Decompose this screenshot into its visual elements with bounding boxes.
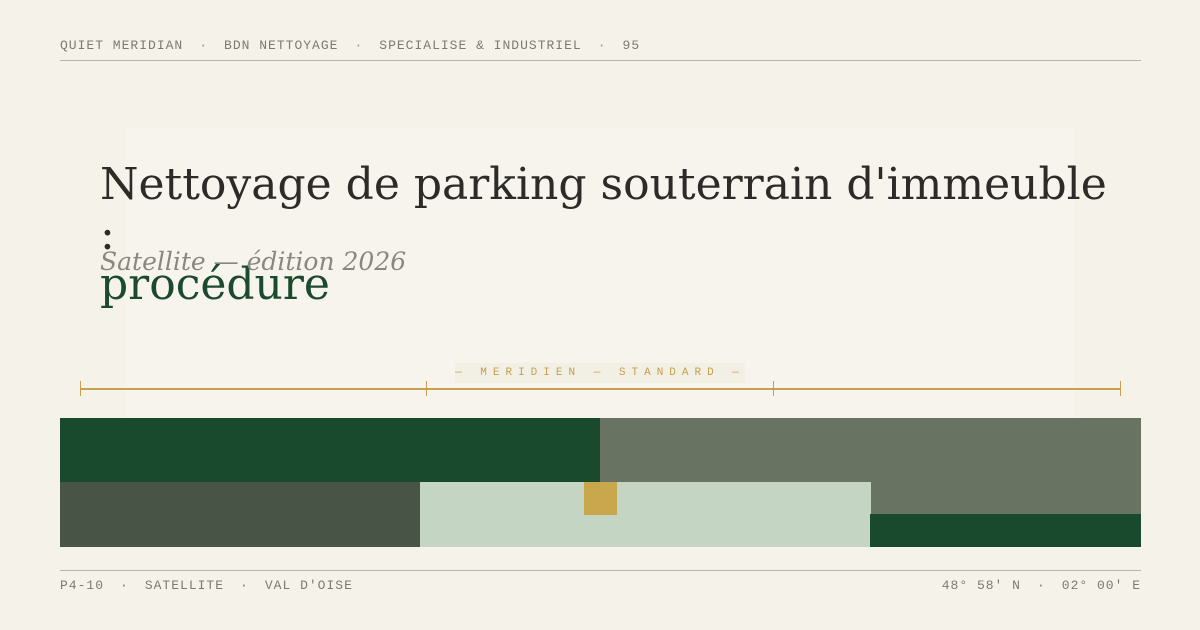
scale-tick: [1120, 381, 1121, 396]
top-header: QUIET MERIDIAN · BDN NETTOYAGE · SPECIAL…: [60, 38, 1141, 61]
color-block-gold-square: [584, 482, 617, 515]
header-department: 95: [622, 38, 641, 53]
header-separator: ·: [199, 38, 209, 53]
header-brand: QUIET MERIDIAN: [60, 38, 184, 53]
color-block-forest: [60, 418, 600, 482]
header-separator: ·: [597, 38, 607, 53]
footer-latitude: 48° 58′ N: [941, 578, 1021, 593]
scale-tick: [80, 381, 81, 396]
footer-separator: ·: [240, 578, 249, 593]
footer-region: VAL D'OISE: [264, 578, 353, 593]
page-title: Nettoyage de parking souterrain d'immeub…: [100, 160, 1110, 310]
footer: P4-10 · SATELLITE · VAL D'OISE 48° 58′ N…: [60, 570, 1141, 601]
meridian-scale-line: [80, 388, 1121, 390]
scale-tick: [426, 381, 427, 396]
footer-left: P4-10 · SATELLITE · VAL D'OISE: [60, 578, 353, 593]
page-title-main: Nettoyage de parking souterrain d'immeub…: [100, 159, 1107, 260]
footer-separator: ·: [1036, 578, 1046, 593]
footer-code: P4-10: [60, 578, 105, 593]
footer-coordinates: 48° 58′ N · 02° 00′ E: [942, 578, 1141, 593]
header-company: BDN NETTOYAGE: [224, 38, 339, 53]
color-block-forest-small: [870, 514, 1141, 547]
color-block-dark-sage: [60, 482, 420, 547]
header-separator: ·: [354, 38, 364, 53]
color-block-pale-sage: [420, 482, 871, 547]
scale-tick: [773, 381, 774, 396]
footer-separator: ·: [120, 578, 129, 593]
footer-longitude: 02° 00′ E: [1061, 578, 1141, 593]
footer-edition: SATELLITE: [144, 578, 225, 593]
header-specialty: SPECIALISE & INDUSTRIEL: [379, 38, 582, 53]
page-subtitle: Satellite — édition 2026: [100, 247, 407, 276]
meridian-scale-label: — MERIDIEN — STANDARD —: [455, 363, 745, 383]
